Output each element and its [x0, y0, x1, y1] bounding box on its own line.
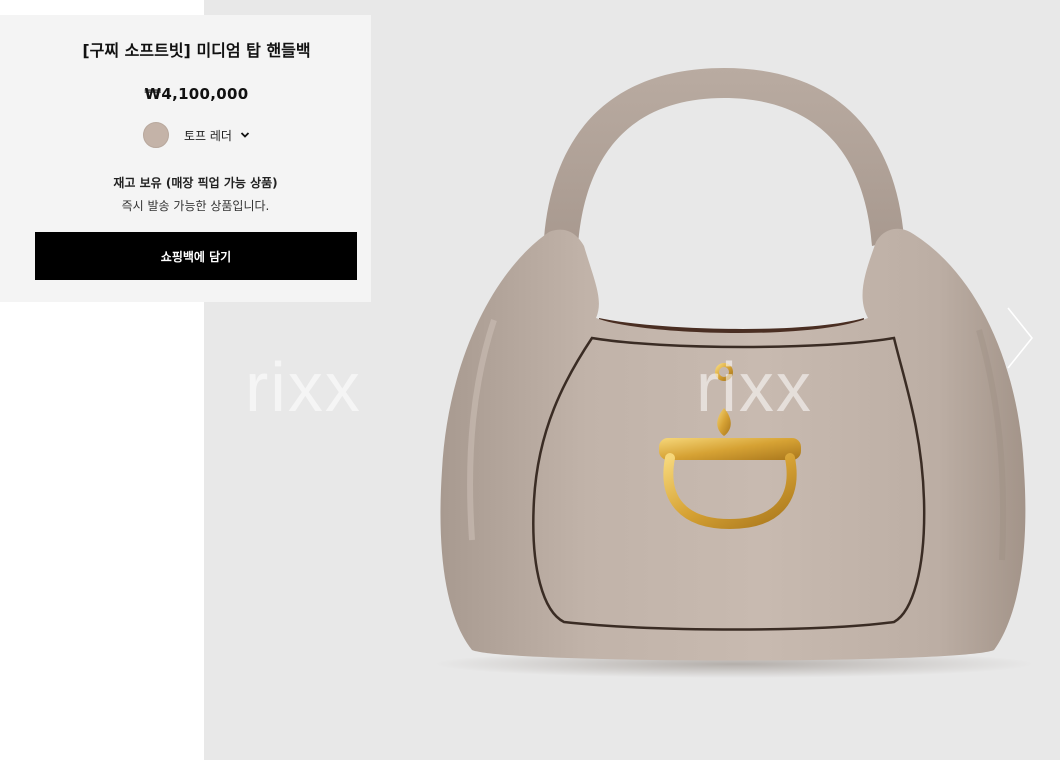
product-info-panel: [구찌 소프트빗] 미디엄 탑 핸들백 ₩4,100,000 토프 레더 재고 … [0, 15, 371, 302]
product-title: [구찌 소프트빗] 미디엄 탑 핸들백 [82, 41, 311, 60]
product-page: rixx rixx [구찌 소프트빗] 미디엄 탑 핸들백 ₩4,100,000… [0, 0, 1060, 760]
chevron-down-icon [240, 132, 250, 138]
color-swatch [143, 122, 169, 148]
color-selector[interactable]: 토프 레더 [143, 121, 250, 149]
chevron-right-icon[interactable] [1002, 305, 1036, 371]
stock-subtitle: 즉시 발송 가능한 상품입니다. [121, 199, 270, 213]
add-to-cart-button[interactable]: 쇼핑백에 담기 [35, 232, 357, 280]
stock-status: 재고 보유 (매장 픽업 가능 상품) [113, 176, 278, 190]
product-price: ₩4,100,000 [144, 85, 249, 103]
color-label: 토프 레더 [184, 128, 232, 143]
